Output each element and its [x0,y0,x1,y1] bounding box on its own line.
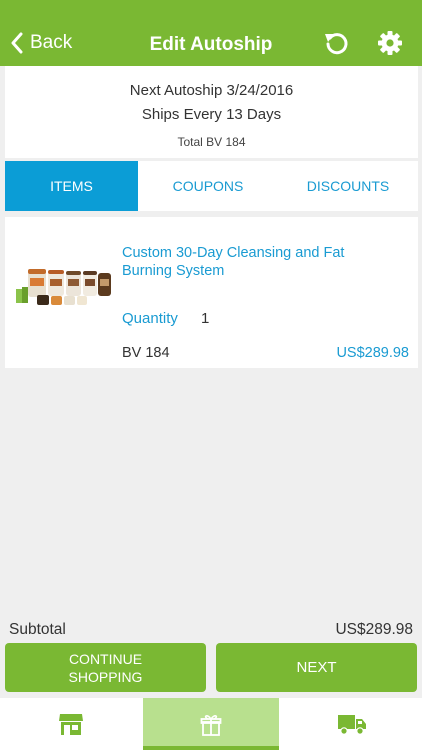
total-bv: Total BV 184 [177,135,246,149]
tab-bar: ITEMS COUPONS DISCOUNTS [5,161,418,211]
continue-shopping-label: CONTINUE SHOPPING [68,650,143,685]
next-autoship-date: Next Autoship 3/24/2016 [129,82,294,99]
gift-icon [200,715,222,736]
ship-frequency: Ships Every 13 Days [141,106,282,123]
subtotal-value: US$289.98 [335,621,413,638]
store-icon [58,714,83,735]
product-name[interactable]: Custom 30-Day Cleansing and Fat Burning … [122,244,392,280]
navigation-bar: Back Edit Autoship [0,0,422,66]
back-button[interactable]: Back [10,28,72,58]
product-image [16,269,111,305]
next-label: NEXT [296,658,337,676]
next-button[interactable]: NEXT [216,643,417,692]
truck-icon [337,715,366,735]
list-item[interactable]: Custom 30-Day Cleansing and Fat Burning … [5,217,418,368]
chevron-left-icon [11,32,23,54]
back-label: Back [30,32,73,53]
tab-items[interactable]: ITEMS [5,161,138,211]
tab-shipping[interactable] [281,698,422,750]
bottom-tab-bar [0,698,422,750]
continue-shopping-button[interactable]: CONTINUE SHOPPING [5,643,206,692]
gear-icon[interactable] [376,29,404,57]
subtotal-label: Subtotal [9,621,66,638]
tab-autoship[interactable] [143,698,279,750]
item-price: US$289.98 [336,345,409,361]
item-bv: BV 184 [122,345,170,361]
quantity-label: Quantity [122,310,178,327]
refresh-icon[interactable] [323,29,351,57]
tab-store[interactable] [0,698,141,750]
autoship-info-card: Next Autoship 3/24/2016 Ships Every 13 D… [5,66,418,158]
quantity-value[interactable]: 1 [201,310,209,327]
tab-coupons[interactable]: COUPONS [138,161,278,211]
tab-discounts[interactable]: DISCOUNTS [278,161,418,211]
